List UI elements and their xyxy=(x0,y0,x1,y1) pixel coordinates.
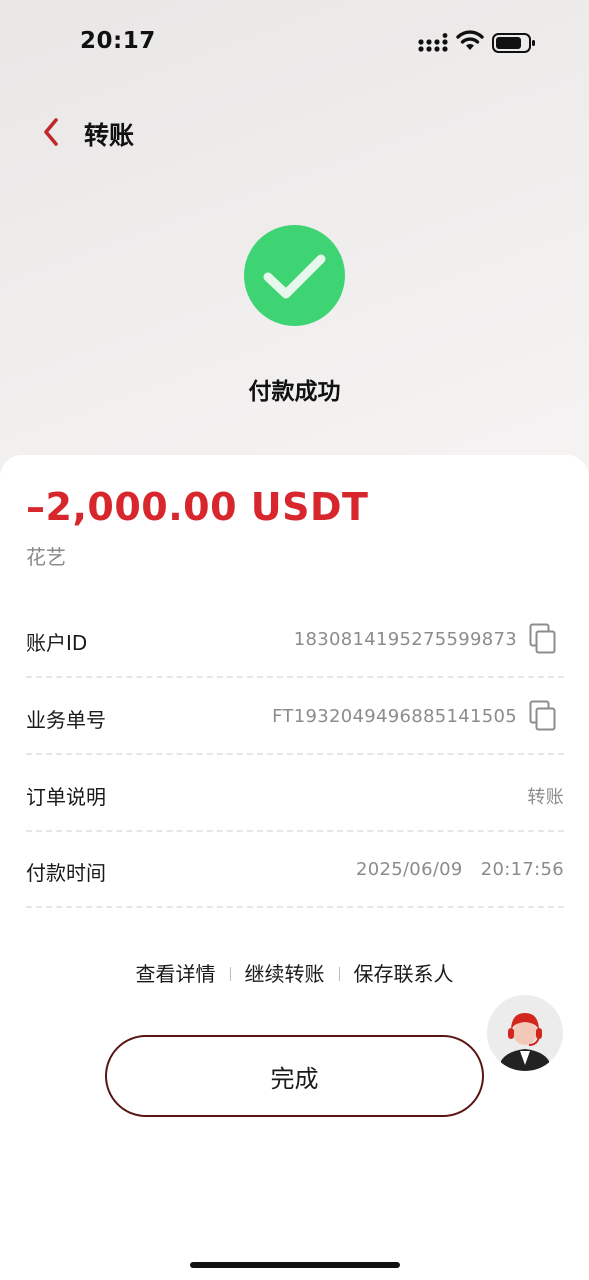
done-button-label: 完成 xyxy=(270,1064,319,1093)
home-indicator xyxy=(190,1262,400,1268)
copy-icon[interactable] xyxy=(529,700,557,732)
status-time: 20:17 xyxy=(80,28,156,54)
row-label: 账户ID xyxy=(26,631,88,655)
done-button[interactable]: 完成 xyxy=(105,1035,484,1117)
agent-figure-icon xyxy=(501,1013,549,1071)
payment-time-value: 2025/06/09 20:17:56 xyxy=(355,859,564,880)
check-circle-icon xyxy=(244,225,345,326)
status-bar: 20:17 xyxy=(0,0,589,86)
wifi-icon xyxy=(456,30,484,50)
description-value: 转账 xyxy=(527,787,564,808)
detail-row-order-number: 业务单号 FT1932049496885141505 xyxy=(26,678,564,755)
chevron-left-icon xyxy=(44,118,58,146)
nav-bar: 转账 xyxy=(0,100,589,164)
save-contact-link[interactable]: 保存联系人 xyxy=(340,958,468,987)
signal-icon xyxy=(418,33,448,52)
view-details-link[interactable]: 查看详情 xyxy=(122,958,230,987)
detail-row-payment-time: 付款时间 2025/06/09 20:17:56 xyxy=(26,831,564,908)
copy-icon[interactable] xyxy=(529,623,557,655)
row-label: 订单说明 xyxy=(26,785,106,809)
battery-icon xyxy=(492,33,535,53)
continue-transfer-link[interactable]: 继续转账 xyxy=(231,958,339,987)
transaction-card: –2,000.00 USDT 花艺 账户ID 18308141952755998… xyxy=(0,455,589,1280)
back-button[interactable] xyxy=(34,114,68,150)
account-id-value: 1830814195275599873 xyxy=(293,629,517,650)
action-links: 查看详情 继续转账 保存联系人 xyxy=(0,958,589,987)
detail-row-account-id: 账户ID 1830814195275599873 xyxy=(26,601,564,678)
transaction-amount: –2,000.00 USDT xyxy=(26,485,369,529)
payee-name: 花艺 xyxy=(26,545,66,569)
transfer-result-page: 20:17 转账 付款成功 –2,000.00 USDT 花艺 账户ID 183… xyxy=(0,0,589,1280)
order-number-value: FT1932049496885141505 xyxy=(272,706,517,727)
row-label: 付款时间 xyxy=(26,861,106,885)
row-label: 业务单号 xyxy=(26,708,106,732)
payment-status-text: 付款成功 xyxy=(248,379,341,405)
detail-row-description: 订单说明 转账 xyxy=(26,755,564,832)
page-title: 转账 xyxy=(84,121,135,150)
customer-service-avatar-icon[interactable] xyxy=(487,995,563,1071)
